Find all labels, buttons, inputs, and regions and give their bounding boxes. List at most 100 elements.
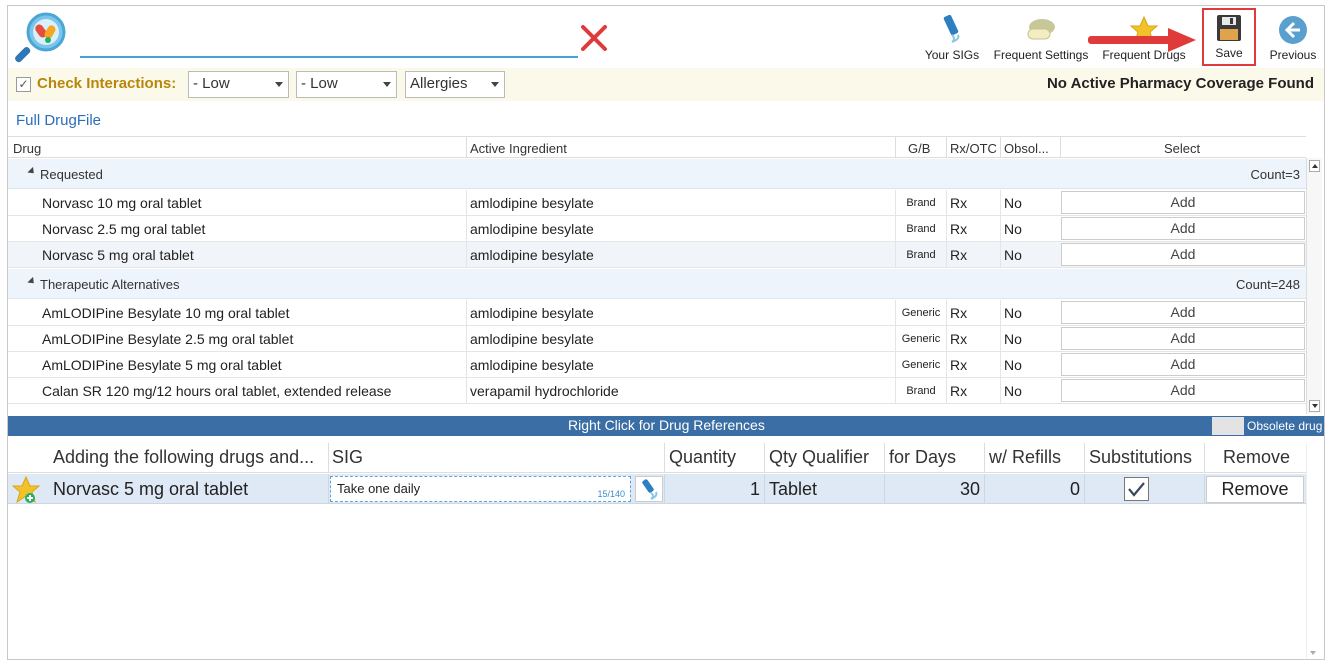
add-drug-button[interactable]: Add: [1061, 301, 1305, 324]
search-underline: [80, 56, 578, 58]
refills-value[interactable]: 0: [986, 479, 1080, 500]
table-row[interactable]: Norvasc 10 mg oral tablet amlodipine bes…: [8, 190, 1306, 216]
col-substitutions-header[interactable]: Substitutions: [1089, 447, 1192, 468]
col-ingredient-header[interactable]: Active Ingredient: [470, 141, 567, 156]
collapse-triangle-icon[interactable]: [27, 166, 37, 177]
col-drug-header[interactable]: Drug: [13, 141, 41, 156]
chevron-down-icon: [383, 82, 391, 87]
col-adding-drugs-header[interactable]: Adding the following drugs and...: [53, 447, 314, 468]
table-row-selected[interactable]: Norvasc 5 mg oral tablet amlodipine besy…: [8, 242, 1306, 268]
drug-name: AmLODIPine Besylate 2.5 mg oral tablet: [42, 331, 294, 347]
obsolete-flag: No: [1004, 305, 1022, 321]
drug-references-hint: Right Click for Drug References: [568, 417, 765, 433]
generic-brand: Generic: [901, 333, 941, 345]
drug-search-input[interactable]: [80, 24, 578, 54]
sig-input[interactable]: Take one daily 15/140: [330, 476, 631, 502]
selected-drugs-scrollbar[interactable]: [1306, 443, 1322, 658]
table-row[interactable]: AmLODIPine Besylate 10 mg oral tablet am…: [8, 300, 1306, 326]
obsolete-legend-swatch: [1212, 417, 1244, 435]
substitutions-checkbox[interactable]: [1124, 477, 1149, 501]
col-divider: [1060, 136, 1061, 158]
back-arrow-icon: [1279, 16, 1307, 44]
coverage-status: No Active Pharmacy Coverage Found: [1046, 75, 1314, 92]
active-ingredient: amlodipine besylate: [470, 331, 594, 347]
col-quantity-header[interactable]: Quantity: [669, 447, 736, 468]
add-drug-button[interactable]: Add: [1061, 327, 1305, 350]
favorite-star-add-icon[interactable]: [11, 475, 44, 509]
table-row[interactable]: Calan SR 120 mg/12 hours oral tablet, ex…: [8, 378, 1306, 404]
pills-icon: [1027, 19, 1055, 40]
scroll-up-icon[interactable]: [1309, 160, 1320, 172]
col-remove-header[interactable]: Remove: [1223, 447, 1290, 468]
add-drug-button[interactable]: Add: [1061, 191, 1305, 214]
drug-search-logo-icon: [13, 10, 73, 66]
collapse-triangle-icon[interactable]: [27, 276, 37, 287]
check-interactions-checkbox[interactable]: ✓: [16, 77, 31, 92]
sig-char-count: 15/140: [597, 489, 625, 499]
previous-button[interactable]: Previous: [1266, 8, 1320, 66]
allergies-dropdown[interactable]: Allergies: [405, 71, 505, 98]
active-ingredient: amlodipine besylate: [470, 195, 594, 211]
save-button[interactable]: Save: [1202, 8, 1256, 66]
floppy-disk-icon: [1217, 15, 1241, 41]
selected-drug-row[interactable]: Norvasc 5 mg oral tablet Take one daily …: [8, 474, 1306, 504]
add-drug-button[interactable]: Add: [1061, 243, 1305, 266]
col-rxotc-header[interactable]: Rx/OTC: [950, 141, 997, 156]
table-row[interactable]: Norvasc 2.5 mg oral tablet amlodipine be…: [8, 216, 1306, 242]
drug-name: Norvasc 5 mg oral tablet: [42, 247, 194, 263]
qty-qualifier-value[interactable]: Tablet: [769, 479, 817, 500]
save-label: Save: [1215, 46, 1243, 60]
allergies-dropdown-value: Allergies: [410, 75, 468, 92]
generic-brand: Generic: [901, 307, 941, 319]
quantity-value[interactable]: 1: [666, 479, 760, 500]
obsolete-flag: No: [1004, 221, 1022, 237]
top-toolbar: Your SIGs Frequent Settings Frequent Dru…: [8, 6, 1324, 68]
scroll-down-icon[interactable]: [1309, 400, 1320, 412]
frequent-settings-button[interactable]: Frequent Settings: [992, 8, 1090, 66]
remove-drug-button[interactable]: Remove: [1206, 476, 1304, 503]
rx-otc: Rx: [950, 357, 968, 373]
obsolete-flag: No: [1004, 331, 1022, 347]
add-drug-button[interactable]: Add: [1061, 353, 1305, 376]
severity-dropdown-1-value: - Low: [193, 75, 230, 92]
annotation-arrow-icon: [1086, 27, 1198, 53]
severity-dropdown-1[interactable]: - Low: [188, 71, 289, 98]
for-days-value[interactable]: 30: [886, 479, 980, 500]
col-sig-header[interactable]: SIG: [332, 447, 363, 468]
col-refills-header[interactable]: w/ Refills: [989, 447, 1061, 468]
rx-otc: Rx: [950, 383, 968, 399]
add-drug-button[interactable]: Add: [1061, 379, 1305, 402]
clear-search-icon[interactable]: [576, 20, 612, 56]
pen-icon: [943, 15, 960, 43]
col-for-days-header[interactable]: for Days: [889, 447, 956, 468]
col-qty-qualifier-header[interactable]: Qty Qualifier: [769, 447, 869, 468]
col-obsolete-header[interactable]: Obsol...: [1004, 141, 1049, 156]
full-drugfile-link[interactable]: Full DrugFile: [16, 112, 101, 129]
rx-otc: Rx: [950, 331, 968, 347]
severity-dropdown-2-value: - Low: [301, 75, 338, 92]
add-drug-button[interactable]: Add: [1061, 217, 1305, 240]
sig-editor-button[interactable]: [635, 476, 663, 502]
col-divider: [466, 136, 467, 158]
col-select-header[interactable]: Select: [1164, 141, 1200, 156]
table-row[interactable]: AmLODIPine Besylate 5 mg oral tablet aml…: [8, 352, 1306, 378]
table-row[interactable]: AmLODIPine Besylate 2.5 mg oral tablet a…: [8, 326, 1306, 352]
selected-drugs-panel: Adding the following drugs and... SIG Qu…: [8, 437, 1324, 660]
app-window: Your SIGs Frequent Settings Frequent Dru…: [7, 5, 1325, 660]
rx-otc: Rx: [950, 247, 968, 263]
generic-brand: Brand: [906, 223, 936, 235]
interaction-filter-bar: ✓ Check Interactions: - Low - Low Allerg…: [8, 68, 1324, 101]
active-ingredient: amlodipine besylate: [470, 357, 594, 373]
active-ingredient: verapamil hydrochloride: [470, 383, 619, 399]
drugfile-scrollbar[interactable]: [1306, 158, 1322, 414]
severity-dropdown-2[interactable]: - Low: [296, 71, 397, 98]
obsolete-flag: No: [1004, 357, 1022, 373]
rx-otc: Rx: [950, 221, 968, 237]
col-gb-header[interactable]: G/B: [908, 141, 930, 156]
group-header-requested[interactable]: Requested Count=3: [8, 159, 1306, 189]
obsolete-flag: No: [1004, 195, 1022, 211]
scroll-down-icon[interactable]: [1310, 651, 1316, 655]
group-count: Count=3: [1250, 167, 1300, 182]
your-sigs-button[interactable]: Your SIGs: [920, 8, 984, 66]
group-header-therapeutic-alternatives[interactable]: Therapeutic Alternatives Count=248: [8, 269, 1306, 299]
